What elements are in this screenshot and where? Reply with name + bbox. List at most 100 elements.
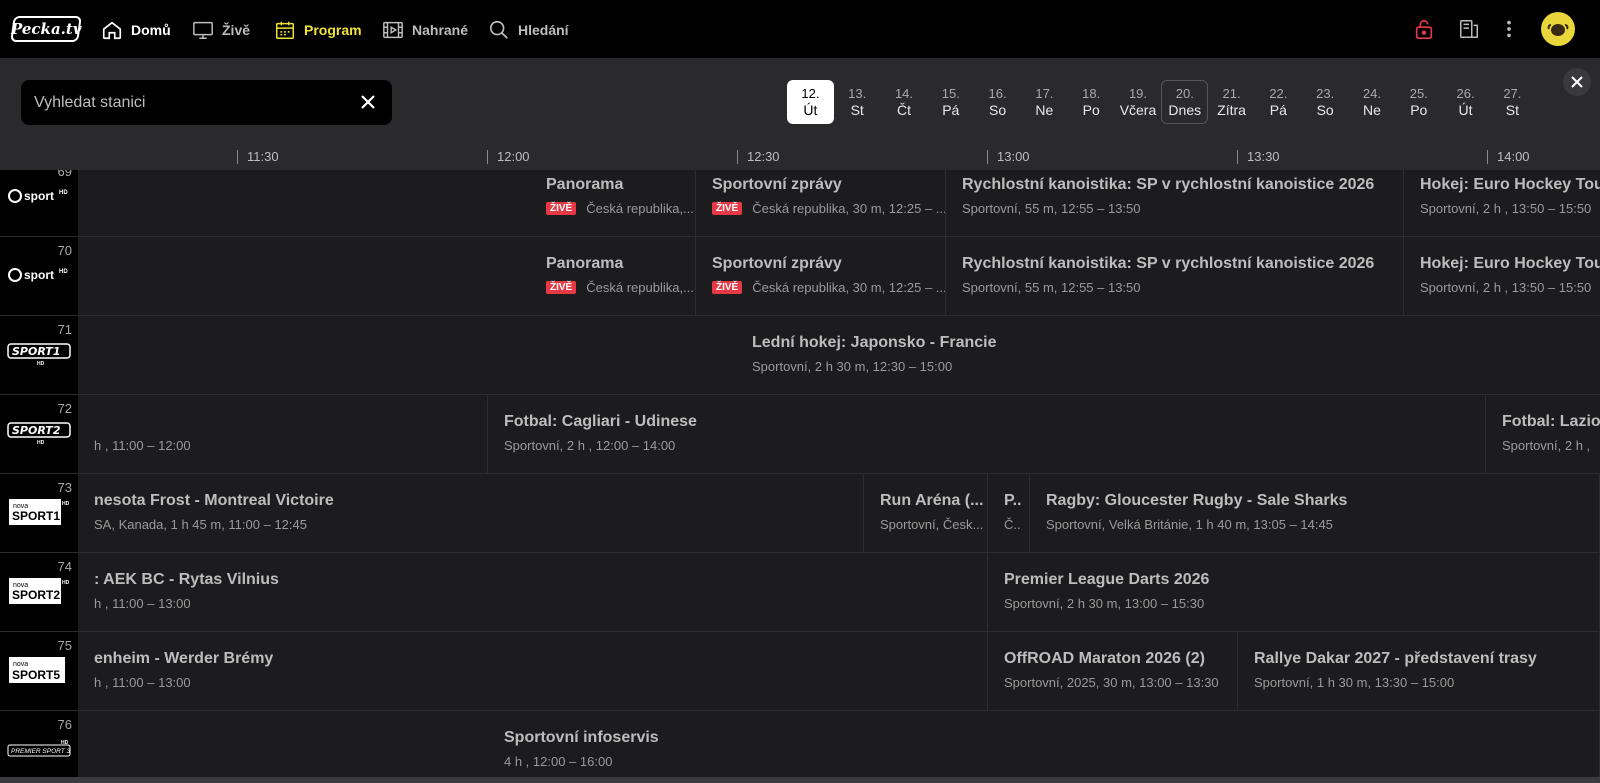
time-tick: 12:00 <box>487 150 530 164</box>
nav-program-label: Program <box>304 22 362 38</box>
program-cell[interactable]: Sportovní infoservis 4 h , 12:00 – 16:00 <box>488 711 1600 783</box>
channel-logo-cell[interactable]: 70 sport HD <box>0 237 78 315</box>
channel-logo-cell[interactable]: 71 SPORT1 HD <box>0 316 78 394</box>
nav-recorded[interactable]: Nahrané <box>382 18 468 42</box>
program-meta: Sportovní, 55 m, 12:55 – 13:50 <box>962 201 1141 216</box>
program-cell[interactable]: Fotbal: Lazio Sportovní, 2 h , <box>1486 395 1600 473</box>
program-meta: Česká republika,... <box>586 280 694 295</box>
program-cell[interactable]: Lední hokej: Japonsko - Francie Sportovní… <box>736 316 1600 394</box>
program-meta-line: ŽIVĚ Česká republika,... <box>546 201 694 216</box>
program-cell[interactable]: OffROAD Maraton 2026 (2) Sportovní, 2025,… <box>988 632 1238 710</box>
nav-program[interactable]: Program <box>274 18 362 42</box>
program-cell[interactable]: Hokej: Euro Hockey Tou Sportovní, 2 h , 1… <box>1404 237 1600 315</box>
logo-text: Pecka.tv <box>10 20 82 38</box>
live-badge: ŽIVĚ <box>712 281 743 294</box>
nav-home[interactable]: Domů <box>101 18 171 42</box>
program-cell[interactable]: Sportovní zprávy ŽIVĚ Česká republika, 30 … <box>696 237 946 315</box>
program-cell[interactable]: Panorama ŽIVĚ Česká republika,... <box>530 170 696 236</box>
program-cell[interactable]: Fotbal: Cagliari - Udinese Sportovní, 2 h… <box>488 395 1486 473</box>
date-day: Út <box>803 102 818 118</box>
channel-row: : AEK BC - Rytas Vilnius h , 11:00 – 13:0… <box>0 553 1600 632</box>
close-button[interactable] <box>1563 68 1591 96</box>
devices-icon[interactable] <box>1458 18 1480 40</box>
date-tab[interactable]: 19. Včera <box>1115 80 1162 124</box>
program-title: enheim - Werder Brémy <box>94 650 274 667</box>
program-cell[interactable]: Rychlostní kanoistika: SP v rychlostní k… <box>946 237 1404 315</box>
channel-logo-cell[interactable]: 73 nova SPORT1 HD <box>0 474 78 552</box>
program-meta-line: Č.. <box>1004 517 1021 532</box>
program-meta: Česká republika, 30 m, 12:25 – ... <box>752 280 946 295</box>
date-number: 19. <box>1128 86 1148 101</box>
program-cell[interactable]: enheim - Werder Brémy h , 11:00 – 13:00 <box>78 632 988 710</box>
program-meta: Sportovní, 2 h , 13:50 – 15:50 <box>1420 201 1592 216</box>
program-cell[interactable]: P.. Č.. <box>988 474 1030 552</box>
date-tab[interactable]: 18. Po <box>1068 80 1115 124</box>
program-cell[interactable]: Sportovní zprávy ŽIVĚ Česká republika, 30 … <box>696 170 946 236</box>
lock-icon[interactable] <box>1413 18 1435 40</box>
live-badge: ŽIVĚ <box>546 202 577 215</box>
program-cell[interactable]: Rallye Dakar 2027 - představení trasy Spo… <box>1238 632 1600 710</box>
calendar-icon <box>276 21 294 39</box>
program-meta-line: Sportovní, 1 h 30 m, 13:30 – 15:00 <box>1254 675 1454 690</box>
program-title: Panorama <box>546 176 624 193</box>
program-cell[interactable]: Run Aréna (... Sportovní, Česk... <box>864 474 988 552</box>
date-tab[interactable]: 16. So <box>974 80 1021 124</box>
date-tab[interactable]: 21. Zítra <box>1208 80 1255 124</box>
program-meta: Sportovní, 2025, 30 m, 13:00 – 13:30 <box>1004 675 1219 690</box>
date-tab[interactable]: 24. Ne <box>1349 80 1396 124</box>
nav-search[interactable]: Hledání <box>488 18 569 42</box>
program-cell[interactable]: : AEK BC - Rytas Vilnius h , 11:00 – 13:0… <box>78 553 988 631</box>
pecka-logo[interactable]: Pecka.tv <box>10 16 82 42</box>
program-meta: Sportovní, 2 h , 13:50 – 15:50 <box>1420 280 1592 295</box>
station-search-input[interactable] <box>34 93 334 112</box>
date-tab[interactable]: 14. Čt <box>881 80 928 124</box>
date-day: Po <box>1410 102 1428 118</box>
channel-number: 71 <box>57 322 72 337</box>
program-cell[interactable]: Ragby: Gloucester Rugby - Sale Sharks Spo… <box>1030 474 1600 552</box>
program-meta-line: h , 11:00 – 12:00 <box>94 438 191 453</box>
date-number: 12. <box>801 86 820 101</box>
avatar[interactable] <box>1541 12 1575 46</box>
date-tab[interactable]: 17. Ne <box>1021 80 1068 124</box>
date-tab[interactable]: 13. St <box>834 80 881 124</box>
program-meta-line: Sportovní, 2 h , 12:00 – 14:00 <box>504 438 675 453</box>
date-tab[interactable]: 15. Pá <box>927 80 974 124</box>
date-tab[interactable]: 23. So <box>1302 80 1349 124</box>
program-cell[interactable]: nesota Frost - Montreal Victoire SA, Kana… <box>78 474 864 552</box>
channel-logo-cell[interactable]: 69 sport HD <box>0 170 78 236</box>
program-cell[interactable]: Rychlostní kanoistika: SP v rychlostní k… <box>946 170 1404 236</box>
date-day: Po <box>1082 102 1100 118</box>
program-cell[interactable]: Hokej: Euro Hockey Tou Sportovní, 2 h , 1… <box>1404 170 1600 236</box>
program-meta: h , 11:00 – 13:00 <box>94 596 191 611</box>
program-meta: Sportovní, 55 m, 12:55 – 13:50 <box>962 280 1141 295</box>
date-tab[interactable]: 22. Pá <box>1255 80 1302 124</box>
date-tab[interactable]: 27. St <box>1489 80 1536 124</box>
date-tab[interactable]: 20. Dnes <box>1161 80 1209 124</box>
channel-row: Sportovní infoservis 4 h , 12:00 – 16:00 7… <box>0 711 1600 783</box>
channel-logo-cell[interactable]: 75 nova SPORT5 <box>0 632 78 710</box>
channel-logo-cell[interactable]: 74 nova SPORT2 HD <box>0 553 78 631</box>
clear-search-icon[interactable] <box>358 92 378 112</box>
time-tick: 13:30 <box>1237 150 1280 164</box>
program-meta-line: Sportovní, 2 h , <box>1502 438 1590 453</box>
date-day: Dnes <box>1168 102 1202 118</box>
channel-logo-cell[interactable]: 72 SPORT2 HD <box>0 395 78 473</box>
program-meta: Sportovní, 2 h 30 m, 12:30 – 15:00 <box>752 359 953 374</box>
nav-live[interactable]: Živě <box>192 18 250 42</box>
program-title: Rychlostní kanoistika: SP v rychlostní k… <box>962 255 1375 272</box>
channel-number: 76 <box>57 717 72 732</box>
program-title: Sportovní infoservis <box>504 729 659 746</box>
date-day: Zítra <box>1217 102 1246 118</box>
program-cell[interactable]: h , 11:00 – 12:00 <box>78 395 488 473</box>
more-options-icon[interactable] <box>1498 18 1520 40</box>
channel-logo-cell[interactable]: 76 PREMIER SPORT 3 HD <box>0 711 78 783</box>
time-tick: 12:30 <box>737 150 780 164</box>
date-tab[interactable]: 25. Po <box>1395 80 1442 124</box>
program-cell[interactable]: Premier League Darts 2026 Sportovní, 2 h … <box>988 553 1600 631</box>
channel-row: Panorama ŽIVĚ Česká republika,... Sportovní… <box>0 170 1600 237</box>
program-cell[interactable]: Panorama ŽIVĚ Česká republika,... <box>530 237 696 315</box>
date-tab[interactable]: 26. Út <box>1442 80 1489 124</box>
horizontal-scrollbar[interactable] <box>0 777 1600 783</box>
nav-live-label: Živě <box>222 22 251 38</box>
date-tab[interactable]: 12. Út <box>787 80 834 124</box>
